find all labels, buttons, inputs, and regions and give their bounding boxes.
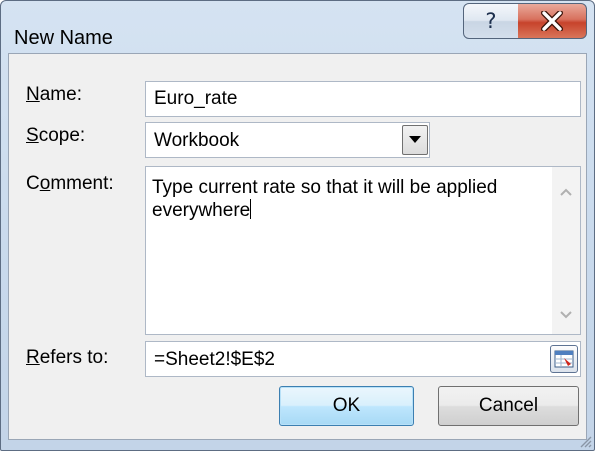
name-input[interactable]: Euro_rate: [145, 81, 581, 117]
scroll-up-arrow-icon[interactable]: [560, 187, 572, 197]
new-name-dialog: New Name ? Name: Euro_rate Scope: Workbo…: [0, 0, 595, 451]
help-button[interactable]: ?: [463, 3, 519, 39]
text-cursor: [250, 199, 252, 219]
scope-dropdown-button[interactable]: [402, 125, 428, 155]
scope-select[interactable]: Workbook: [145, 122, 430, 158]
comment-text-area-content: Type current rate so that it will be app…: [152, 176, 542, 222]
close-icon: [541, 11, 563, 31]
comment-value: Type current rate so that it will be app…: [152, 177, 498, 221]
refers-to-input[interactable]: =Sheet2!$E$2: [145, 341, 581, 377]
refers-to-label: Refers to:: [26, 347, 109, 368]
title-bar[interactable]: New Name ?: [1, 1, 594, 51]
comment-textarea[interactable]: Type current rate so that it will be app…: [145, 166, 581, 335]
question-mark-icon: ?: [485, 9, 497, 33]
cancel-button[interactable]: Cancel: [438, 386, 579, 426]
chevron-down-icon: [409, 136, 421, 143]
range-selector-button[interactable]: [550, 345, 578, 373]
refers-to-value: =Sheet2!$E$2: [154, 349, 275, 370]
comment-label: Comment:: [26, 173, 114, 194]
dialog-title: New Name: [14, 27, 113, 49]
resize-grip-icon[interactable]: [578, 434, 592, 448]
close-button[interactable]: [518, 3, 587, 39]
collapse-dialog-icon: [554, 350, 574, 368]
name-value: Euro_rate: [154, 88, 238, 109]
name-label: Name:: [26, 84, 82, 105]
scroll-down-arrow-icon[interactable]: [560, 310, 572, 320]
ok-button[interactable]: OK: [279, 386, 414, 426]
comment-scrollbar[interactable]: [552, 167, 580, 334]
scope-value: Workbook: [154, 130, 240, 151]
scope-label: Scope:: [26, 125, 86, 146]
